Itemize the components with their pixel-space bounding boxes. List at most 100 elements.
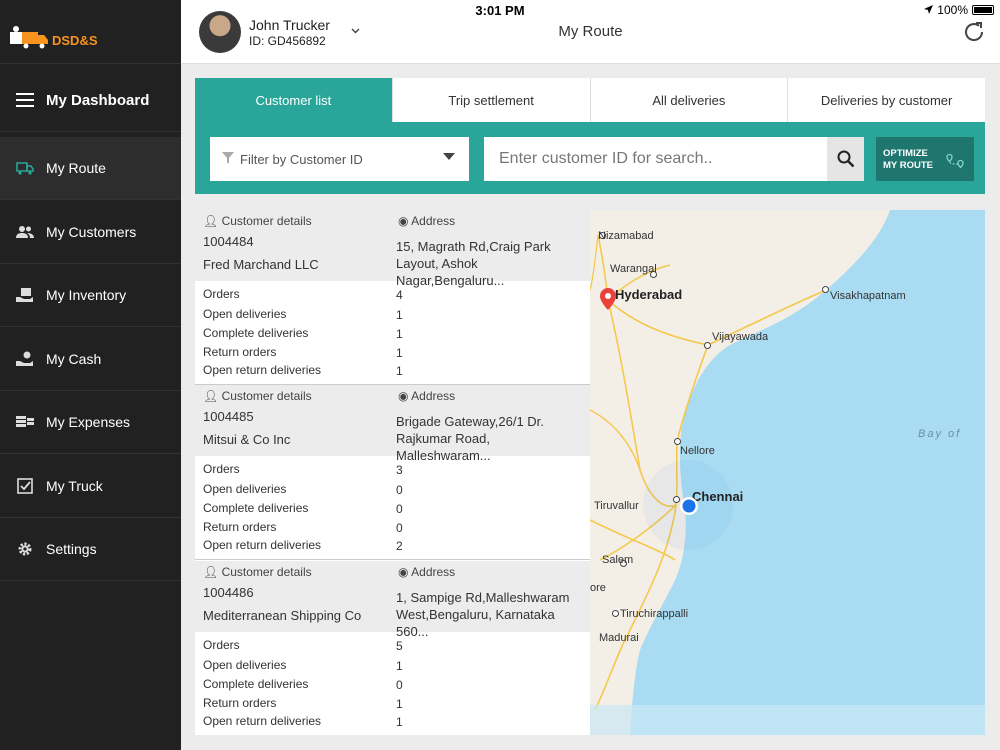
complete-deliveries-value: 0: [396, 502, 403, 516]
menu-icon: [16, 91, 34, 109]
battery-icon: [972, 5, 994, 15]
return-orders-label: Return orders: [203, 520, 277, 534]
sidebar-item-label: Settings: [46, 541, 97, 557]
address-label: ◉ Address: [398, 214, 456, 228]
map-label-chennai: Chennai: [692, 489, 744, 504]
route-map[interactable]: Nizamabad Warangal Hyderabad Visakhapatn…: [590, 210, 985, 735]
map-label-madurai: Madurai: [599, 632, 639, 644]
location-pin-icon: ◉: [398, 565, 409, 579]
complete-deliveries-label: Complete deliveries: [203, 326, 309, 340]
search-icon: [837, 150, 854, 168]
route-panel: Customer list Trip settlement All delive…: [195, 78, 985, 194]
return-orders-value: 1: [396, 697, 403, 711]
inventory-icon: [16, 286, 34, 304]
location-pin-icon: ◉: [398, 214, 409, 228]
open-return-deliveries-label: Open return deliveries: [203, 714, 322, 728]
map-label-visakhapatnam: Visakhapatnam: [830, 290, 906, 302]
open-return-deliveries-value: 1: [396, 715, 403, 729]
sidebar-item-settings[interactable]: Settings: [0, 518, 181, 581]
sidebar-item-my-route[interactable]: My Route: [0, 137, 181, 200]
open-deliveries-label: Open deliveries: [203, 658, 287, 672]
customer-name: Mitsui & Co Inc: [203, 432, 291, 447]
return-orders-value: 0: [396, 521, 403, 535]
refresh-icon[interactable]: [962, 20, 986, 44]
orders-value: 3: [396, 463, 403, 477]
open-return-deliveries-value: 2: [396, 539, 403, 553]
open-deliveries-label: Open deliveries: [203, 482, 287, 496]
map-label-tiruchirappalli: Tiruchirappalli: [620, 608, 689, 620]
route-truck-icon: [16, 159, 34, 177]
map-city-dot: [704, 342, 711, 349]
tab-customer-list[interactable]: Customer list: [195, 78, 392, 122]
complete-deliveries-label: Complete deliveries: [203, 677, 309, 691]
tab-all-deliveries[interactable]: All deliveries: [589, 78, 788, 122]
sidebar-item-label: My Cash: [46, 351, 102, 367]
caret-down-icon: [443, 153, 455, 160]
sidebar-item-label: My Customers: [46, 224, 137, 240]
orders-label: Orders: [203, 638, 240, 652]
sidebar-item-my-truck[interactable]: My Truck: [0, 455, 181, 518]
customer-card-header: 👤︎ Customer details ◉ Address 1004484 Fr…: [195, 210, 590, 288]
address-label: ◉ Address: [398, 389, 456, 403]
battery-percent: 100%: [937, 3, 968, 17]
customer-name: Mediterranean Shipping Co: [203, 608, 362, 623]
tab-bar: Customer list Trip settlement All delive…: [195, 78, 985, 122]
sidebar-item-label: My Expenses: [46, 414, 131, 430]
filter-icon: [222, 151, 234, 167]
return-orders-label: Return orders: [203, 696, 277, 710]
tab-deliveries-by-customer[interactable]: Deliveries by customer: [787, 78, 985, 122]
customer-card-header: 👤︎ Customer details ◉ Address 1004485 Mi…: [195, 385, 590, 463]
route-pins-icon: [946, 153, 964, 169]
person-icon: 👤︎: [203, 214, 219, 228]
orders-label: Orders: [203, 462, 240, 476]
truck-logo-icon: [10, 26, 48, 49]
map-label-salem: Salem: [602, 554, 634, 566]
customer-id: 1004484: [203, 234, 254, 249]
customer-details-label: 👤︎ Customer details: [203, 565, 312, 579]
map-label-warangal: Warangal: [610, 263, 657, 275]
map-city-dot: [612, 610, 619, 617]
sidebar-item-dashboard[interactable]: My Dashboard: [0, 69, 181, 132]
sidebar-item-my-cash[interactable]: My Cash: [0, 328, 181, 391]
cash-icon: [16, 350, 34, 368]
map-label-tiruvallur: Tiruvallur: [594, 500, 639, 512]
open-deliveries-value: 1: [396, 659, 403, 673]
address-label: ◉ Address: [398, 565, 456, 579]
return-orders-label: Return orders: [203, 345, 277, 359]
current-location-icon: [680, 497, 698, 515]
person-icon: 👤︎: [203, 389, 219, 403]
tab-trip-settlement[interactable]: Trip settlement: [391, 78, 590, 122]
customer-stats: Orders 5 Open deliveries 1 Complete deli…: [195, 632, 590, 736]
map-city-dot: [674, 438, 681, 445]
map-label-ore: ore: [590, 582, 606, 594]
sidebar-item-my-inventory[interactable]: My Inventory: [0, 264, 181, 327]
status-bar: Carrier 3:01 PM 100%: [0, 0, 1000, 22]
search-input[interactable]: Enter customer ID for search..: [484, 137, 827, 181]
orders-value: 4: [396, 288, 403, 302]
complete-deliveries-value: 0: [396, 678, 403, 692]
gear-icon: [16, 540, 34, 558]
map-label-vijayawada: Vijayawada: [712, 331, 769, 343]
status-right: 100%: [924, 3, 994, 17]
customer-list: 👤︎ Customer details ◉ Address 1004484 Fr…: [195, 210, 590, 735]
customer-card[interactable]: 👤︎ Customer details ◉ Address 1004484 Fr…: [195, 210, 590, 385]
customer-filter-dropdown[interactable]: Filter by Customer ID: [210, 137, 469, 181]
map-pin-icon[interactable]: [600, 288, 616, 310]
customer-id: 1004486: [203, 585, 254, 600]
complete-deliveries-label: Complete deliveries: [203, 501, 309, 515]
truck-check-icon: [16, 477, 34, 495]
orders-label: Orders: [203, 287, 240, 301]
customer-card[interactable]: 👤︎ Customer details ◉ Address 1004486 Me…: [195, 561, 590, 736]
optimize-route-button[interactable]: OPTIMIZE MY ROUTE: [876, 137, 974, 181]
open-return-deliveries-label: Open return deliveries: [203, 363, 322, 377]
sidebar: DSD&S My Dashboard My Route My Customers: [0, 0, 181, 750]
map-city-dot: [822, 286, 829, 293]
customer-card[interactable]: 👤︎ Customer details ◉ Address 1004485 Mi…: [195, 385, 590, 560]
map-label-nizamabad: Nizamabad: [598, 230, 654, 242]
sidebar-item-my-expenses[interactable]: My Expenses: [0, 391, 181, 454]
search-button[interactable]: [827, 137, 864, 181]
sidebar-item-my-customers[interactable]: My Customers: [0, 201, 181, 264]
person-icon: 👤︎: [203, 565, 219, 579]
clock: 3:01 PM: [475, 3, 525, 18]
location-arrow-icon: [924, 3, 934, 17]
